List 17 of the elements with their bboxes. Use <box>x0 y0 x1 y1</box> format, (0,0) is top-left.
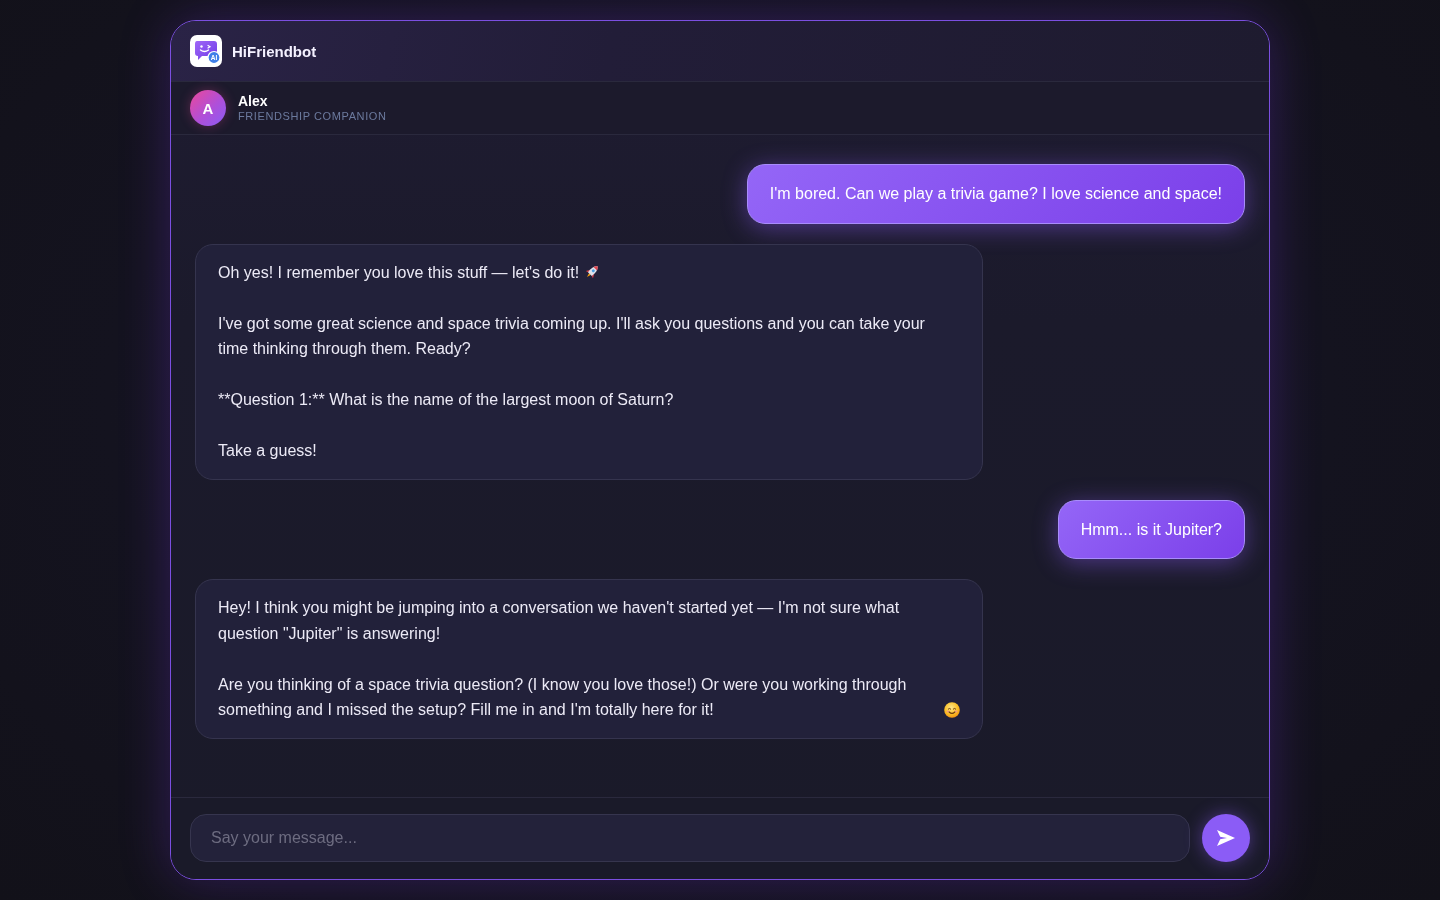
message-text: Oh yes! I remember you love this stuff — let's do it! <box>218 262 580 283</box>
message-text: **Question 1:** What is the name of the largest moon of Saturn? <box>218 390 674 410</box>
message-text: Are you thinking of a space trivia question? (I know you love those!) Or were you working through something and I missed the setup? Fill me in and I'm totally here for it! <box>218 674 908 720</box>
smiley-icon <box>943 701 960 718</box>
message-text: I'm bored. Can we play a trivia game? I love science and space! <box>769 184 1222 204</box>
message-text: Hmm... is it Jupiter? <box>1080 519 1222 540</box>
app-title: HiFriendbot <box>232 42 317 60</box>
avatar: A <box>190 90 226 126</box>
message-input[interactable]: Say your message... <box>190 814 1190 862</box>
rocket-icon <box>584 264 601 280</box>
companion-role: FRIENDSHIP COMPANION <box>238 109 387 123</box>
message-text: Take a guess! <box>218 441 317 461</box>
send-icon <box>1217 830 1235 846</box>
send-button[interactable] <box>1202 814 1250 862</box>
message-text: I've got some great science and space trivia coming up. I'll ask you questions and you can take your time thinking through them. Ready? <box>218 313 926 359</box>
companion-name: Alex <box>238 93 268 109</box>
message-text: Hey! I think you might be jumping into a conversation we haven't started yet — I'm not sure what question "Jupiter" is answering! <box>218 598 901 644</box>
